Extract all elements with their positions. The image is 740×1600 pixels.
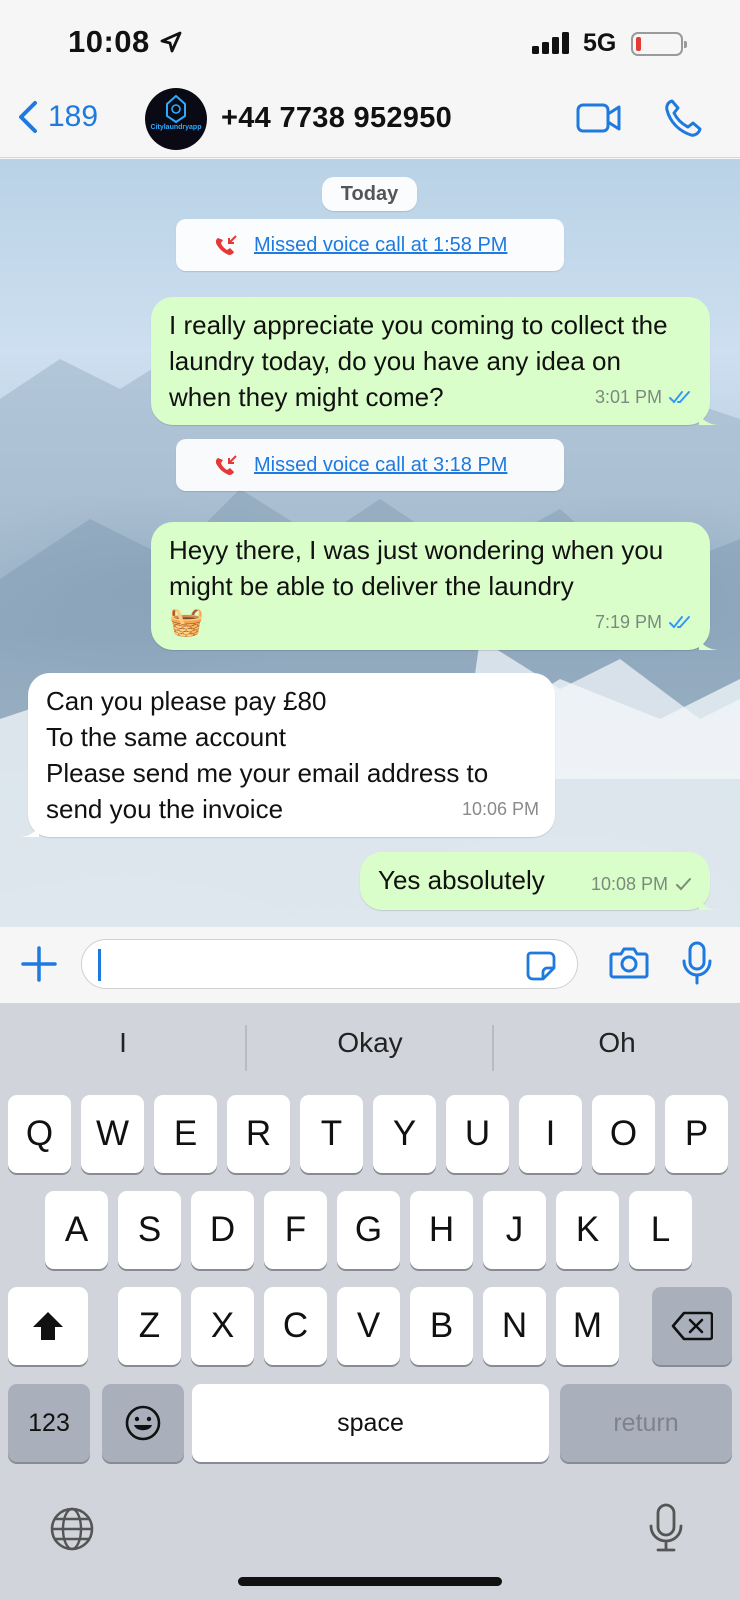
message-meta: 3:01 PM (595, 379, 694, 415)
shift-arrow-icon (33, 1312, 63, 1340)
numbers-key[interactable]: 123 (8, 1384, 90, 1462)
missed-call-link[interactable]: Missed voice call at 1:58 PM (254, 234, 507, 257)
key-f[interactable]: F (264, 1191, 327, 1269)
missed-call-notice[interactable]: Missed voice call at 1:58 PM (176, 219, 564, 271)
read-ticks-icon (669, 391, 690, 404)
return-key[interactable]: return (560, 1384, 732, 1462)
message-time: 3:01 PM (594, 387, 662, 407)
camera-icon[interactable] (609, 945, 649, 979)
sticker-icon[interactable] (525, 950, 557, 982)
key-v[interactable]: V (337, 1287, 400, 1365)
delete-key[interactable] (652, 1287, 732, 1365)
key-b[interactable]: B (410, 1287, 473, 1365)
sent-tick-icon (676, 878, 691, 891)
date-divider: Today (322, 177, 417, 211)
key-d[interactable]: D (191, 1191, 254, 1269)
message-meta: 10:08 PM (591, 866, 694, 902)
avatar-brand-text: Citylaundryapp (150, 124, 202, 131)
key-l[interactable]: L (629, 1191, 692, 1269)
key-j[interactable]: J (483, 1191, 546, 1269)
text-caret (98, 949, 101, 981)
message-meta: 10:06 PM (462, 791, 539, 827)
home-indicator (238, 1577, 502, 1586)
microphone-icon[interactable] (681, 941, 713, 985)
message-time: 10:06 PM (461, 799, 539, 819)
bubble-tail (699, 630, 719, 650)
suggestion-3[interactable]: Oh (494, 1027, 740, 1059)
key-x[interactable]: X (191, 1287, 254, 1365)
key-a[interactable]: A (45, 1191, 108, 1269)
unread-count: 189 (48, 100, 99, 133)
missed-call-icon (215, 455, 237, 475)
location-arrow-icon (160, 31, 182, 53)
dictation-mic-icon[interactable] (648, 1503, 684, 1553)
missed-call-icon (215, 235, 237, 255)
plus-icon[interactable] (20, 945, 58, 983)
video-call-icon[interactable] (576, 102, 622, 134)
message-text: Yes absolutely (378, 865, 545, 895)
chevron-left-icon (19, 101, 37, 133)
bubble-tail (699, 405, 719, 425)
message-incoming[interactable]: Can you please pay £80 To the same accou… (19, 673, 555, 837)
emoji-icon (125, 1405, 161, 1441)
read-ticks-icon (669, 616, 690, 629)
key-n[interactable]: N (483, 1287, 546, 1365)
key-p[interactable]: P (665, 1095, 728, 1173)
back-button[interactable]: 189 (18, 100, 98, 134)
key-e[interactable]: E (154, 1095, 217, 1173)
suggestion-bar: I Okay Oh (0, 1003, 740, 1091)
key-s[interactable]: S (118, 1191, 181, 1269)
key-h[interactable]: H (410, 1191, 473, 1269)
key-k[interactable]: K (556, 1191, 619, 1269)
key-u[interactable]: U (446, 1095, 509, 1173)
globe-icon[interactable] (49, 1506, 95, 1552)
bubble-tail (19, 817, 39, 837)
battery-icon (631, 32, 687, 56)
message-outgoing[interactable]: Heyy there, I was just wondering when yo… (151, 522, 719, 650)
emoji-key[interactable] (102, 1384, 184, 1462)
message-line: To the same account (46, 722, 286, 752)
key-t[interactable]: T (300, 1095, 363, 1173)
message-meta: 7:19 PM (595, 604, 694, 640)
message-time: 10:08 PM (590, 874, 668, 894)
key-m[interactable]: M (556, 1287, 619, 1365)
network-type: 5G (583, 29, 617, 57)
signal-strength-icon (532, 32, 569, 54)
backspace-icon (671, 1311, 714, 1341)
status-bar: 10:08 5G (0, 0, 740, 88)
keyboard: I Okay Oh Q W E R T Y U I O P A S D F G … (0, 1003, 740, 1600)
key-y[interactable]: Y (373, 1095, 436, 1173)
key-c[interactable]: C (264, 1287, 327, 1365)
key-q[interactable]: Q (8, 1095, 71, 1173)
phone-icon[interactable] (664, 98, 702, 138)
contact-name[interactable]: +44 7738 952950 (221, 102, 452, 135)
message-outgoing[interactable]: I really appreciate you coming to collec… (151, 297, 719, 425)
status-time: 10:08 (68, 24, 150, 59)
key-i[interactable]: I (519, 1095, 582, 1173)
message-text: Heyy there, I was just wondering when yo… (169, 535, 664, 601)
key-w[interactable]: W (81, 1095, 144, 1173)
shift-key[interactable] (8, 1287, 88, 1365)
message-time: 7:19 PM (594, 612, 662, 632)
avatar[interactable]: Citylaundryapp (145, 88, 207, 150)
suggestion-2[interactable]: Okay (247, 1027, 493, 1059)
chat-header: 189 Citylaundryapp +44 7738 952950 (0, 88, 740, 158)
missed-call-link[interactable]: Missed voice call at 3:18 PM (254, 454, 507, 477)
key-g[interactable]: G (337, 1191, 400, 1269)
missed-call-notice[interactable]: Missed voice call at 3:18 PM (176, 439, 564, 491)
message-input-bar (0, 927, 740, 1003)
key-r[interactable]: R (227, 1095, 290, 1173)
message-line: Please send me your email address to (46, 758, 489, 788)
message-line: Can you please pay £80 (46, 686, 327, 716)
key-z[interactable]: Z (118, 1287, 181, 1365)
space-key[interactable]: space (192, 1384, 549, 1462)
suggestion-1[interactable]: I (0, 1027, 246, 1059)
chat-area[interactable]: Today Missed voice call at 1:58 PM I rea… (0, 159, 740, 927)
key-o[interactable]: O (592, 1095, 655, 1173)
message-input[interactable] (81, 939, 578, 989)
bubble-tail (699, 890, 719, 910)
message-outgoing[interactable]: Yes absolutely 10:08 PM (360, 852, 719, 910)
